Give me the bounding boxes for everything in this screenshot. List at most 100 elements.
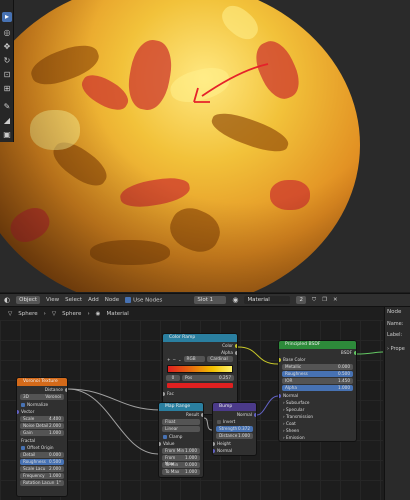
invert-checkbox[interactable]: Invert <box>213 418 256 425</box>
editor-type-icon[interactable]: ◐ <box>4 296 10 304</box>
stop-position-field[interactable]: Pos 0.257 <box>182 375 234 381</box>
annotation-arrow <box>193 63 269 103</box>
rotate-icon[interactable]: ↻ <box>2 56 12 66</box>
panel-specular[interactable]: › Specular <box>279 406 356 413</box>
randomness-field[interactable]: Rotation Lacun 1° <box>20 480 64 486</box>
breadcrumb: ▽ Sphere › ▽ Sphere › ◉ Material <box>0 307 383 320</box>
panel-sheen[interactable]: › Sheen <box>279 427 356 434</box>
interpolation-dropdown[interactable]: Linear <box>162 426 200 432</box>
tool-shelf: ▸ ◎ ✥ ↻ ⊡ ⊞ ✎ ◢ ▣ <box>0 0 14 142</box>
node-title: Voronoi Texture <box>17 378 67 386</box>
clamp-checkbox[interactable]: Clamp <box>159 433 203 440</box>
close-icon[interactable]: ✕ <box>333 297 338 303</box>
frequency-field[interactable]: Frequency 1.000 <box>20 473 64 479</box>
socket-normal-out[interactable]: Normal <box>213 411 256 418</box>
measure-icon[interactable]: ◢ <box>2 116 12 126</box>
use-nodes-label: Use Nodes <box>133 297 163 304</box>
menu-select[interactable]: Select <box>65 297 82 303</box>
ramp-controls: + − ⌄ RGB Cardinal <box>163 356 237 363</box>
panel-subsurface[interactable]: › Subsurface <box>279 399 356 406</box>
ior-field[interactable]: IOR 1.450 <box>282 378 353 384</box>
copy-icon[interactable]: ❐ <box>322 297 327 303</box>
strength-field[interactable]: Strength 0.372 <box>216 426 253 432</box>
node-title: Map Range <box>159 403 203 411</box>
node-editor-canvas[interactable]: Voronoi Texture Distance 3D Voronoi Norma… <box>0 320 383 500</box>
lacunarity-field[interactable]: Scale Lacu 2.000 <box>20 466 64 472</box>
menu-node[interactable]: Node <box>105 297 119 303</box>
node-title: Bump <box>213 403 256 411</box>
material-field[interactable]: Material <box>244 296 291 304</box>
menu-icon[interactable]: ⌄ <box>178 356 182 363</box>
to-max-field[interactable]: To Max 1.000 <box>162 469 200 475</box>
menu-view[interactable]: View <box>46 297 59 303</box>
3d-viewport[interactable]: ▸ ◎ ✥ ↻ ⊡ ⊞ ✎ ◢ ▣ <box>0 0 410 292</box>
gain-field[interactable]: Gain 1.000 <box>20 430 64 436</box>
normalize-checkbox[interactable]: Normalize <box>17 401 67 408</box>
object-menu[interactable]: Object <box>16 296 41 304</box>
from-min-field[interactable]: From Min 1.000 <box>162 448 200 454</box>
principled-bsdf-node[interactable]: Principled BSDF BSDF Base Color Metallic… <box>278 340 357 442</box>
voronoi-texture-node[interactable]: Voronoi Texture Distance 3D Voronoi Norma… <box>16 377 68 497</box>
annotate-icon[interactable]: ✎ <box>2 102 12 112</box>
name-label: Name: <box>387 321 404 327</box>
object-icon: ▽ <box>8 310 13 317</box>
add-stop-icon[interactable]: + <box>167 356 171 363</box>
socket-bsdf[interactable]: BSDF <box>279 349 356 356</box>
color-mode-dropdown[interactable]: RGB <box>183 356 206 362</box>
bump-node[interactable]: Bump Normal Invert Strength 0.372 Distanc… <box>212 402 257 456</box>
panel-emission[interactable]: › Emission <box>279 434 356 441</box>
user-count[interactable]: 2 <box>296 296 306 304</box>
distance-field[interactable]: Distance 1.000 <box>216 433 253 439</box>
socket-fac[interactable]: Fac <box>163 390 237 397</box>
alpha-field[interactable]: Alpha 1.000 <box>282 385 353 391</box>
fractal-panel[interactable]: Fractal <box>17 437 67 444</box>
socket-base-color[interactable]: Base Color <box>279 356 356 363</box>
roughness-field[interactable]: Roughness 0.500 <box>282 371 353 377</box>
fake-user-icon[interactable]: ⛉ <box>312 297 316 304</box>
scale-icon[interactable]: ⊡ <box>2 70 12 80</box>
use-nodes-toggle[interactable]: Use Nodes <box>125 296 163 304</box>
interpolation-dropdown[interactable]: Cardinal <box>207 356 233 362</box>
node-title: Color Ramp <box>163 334 237 342</box>
move-icon[interactable]: ✥ <box>2 42 12 52</box>
select-box-icon[interactable]: ▸ <box>2 12 12 22</box>
stop-index-field[interactable]: 0 <box>166 375 180 381</box>
sidebar-title: Node <box>387 309 402 315</box>
color-ramp-gradient[interactable] <box>167 365 233 373</box>
socket-value[interactable]: Value <box>159 440 203 447</box>
add-cube-icon[interactable]: ▣ <box>2 130 12 140</box>
roughness-field[interactable]: Roughness 0.500 <box>20 459 64 465</box>
transform-icon[interactable]: ⊞ <box>2 84 12 94</box>
metallic-field[interactable]: Metallic 0.000 <box>282 364 353 370</box>
dimensions-dropdown[interactable]: 3D Voronoi <box>20 394 64 400</box>
socket-distance[interactable]: Distance <box>17 386 67 393</box>
textured-sphere <box>0 0 360 292</box>
socket-normal-in[interactable]: Normal <box>213 447 256 454</box>
from-max-field[interactable]: From Max 1.000 <box>162 455 200 466</box>
menu-add[interactable]: Add <box>88 297 99 303</box>
label-label: Label: <box>387 332 403 338</box>
scale-field[interactable]: Scale 4.400 <box>20 416 64 422</box>
cursor-icon[interactable]: ◎ <box>2 28 12 38</box>
properties-panel[interactable]: › Prope <box>387 346 408 352</box>
mesh-icon: ▽ <box>51 310 57 317</box>
to-min-field[interactable]: To Min 0.000 <box>162 462 200 468</box>
map-range-node[interactable]: Map Range Result Float Linear Clamp Valu… <box>158 402 204 478</box>
data-type-dropdown[interactable]: Float <box>162 419 200 425</box>
detail-field[interactable]: Detail 0.000 <box>20 452 64 458</box>
remove-stop-icon[interactable]: − <box>173 356 177 363</box>
noise-detail-field[interactable]: Noise Detail 2.000 <box>20 423 64 429</box>
socket-vector[interactable]: Vector <box>17 408 67 415</box>
socket-color[interactable]: Color <box>163 342 237 349</box>
socket-normal[interactable]: Normal <box>279 392 356 399</box>
socket-height[interactable]: Height <box>213 440 256 447</box>
panel-coat[interactable]: › Coat <box>279 420 356 427</box>
breadcrumb-item: Material <box>106 310 129 317</box>
socket-alpha[interactable]: Alpha <box>163 349 237 356</box>
node-editor-header: ◐ Object View Select Add Node Use Nodes … <box>0 293 410 307</box>
stop-color-swatch[interactable] <box>167 383 233 388</box>
offset-origin-checkbox[interactable]: Offset Origin <box>17 444 67 451</box>
panel-transmission[interactable]: › Transmission <box>279 413 356 420</box>
socket-result[interactable]: Result <box>159 411 203 418</box>
slot-dropdown[interactable]: Slot 1 <box>194 296 227 304</box>
